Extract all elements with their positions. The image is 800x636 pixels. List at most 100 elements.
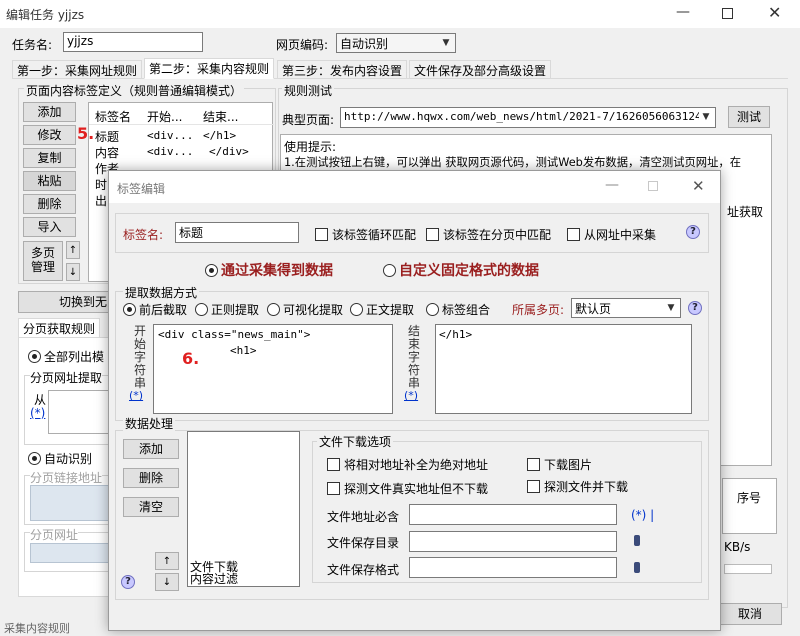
paging-radio-all[interactable]: 全部列出模 bbox=[28, 348, 104, 365]
header-tag-name[interactable]: 标签名 bbox=[95, 108, 131, 125]
addr-must-contain-input[interactable] bbox=[409, 504, 617, 525]
tag-definition-title: 页面内容标签定义（规则普通编辑模式） bbox=[24, 82, 245, 99]
mode-body[interactable]: 正文提取 bbox=[350, 301, 414, 318]
dp-list-item[interactable]: 内容过滤 bbox=[190, 573, 270, 585]
tab-step1[interactable]: 第一步：采集网址规则 bbox=[12, 60, 143, 79]
radio-custom[interactable]: 自定义固定格式的数据 bbox=[383, 260, 539, 280]
help-icon[interactable]: ? bbox=[688, 301, 702, 315]
paging-url-input[interactable] bbox=[30, 543, 118, 563]
dl-absolute-checkbox[interactable]: 将相对地址补全为绝对地址 bbox=[327, 456, 488, 473]
dl-images-checkbox[interactable]: 下载图片 bbox=[527, 456, 592, 473]
dl-images-label: 下载图片 bbox=[544, 458, 593, 472]
edit-tag-button[interactable]: 修改 bbox=[23, 125, 76, 145]
save-dir-info-icon[interactable] bbox=[634, 535, 640, 546]
tab-step3[interactable]: 第三步：发布内容设置 bbox=[277, 60, 408, 79]
start-star-link[interactable]: (*) bbox=[129, 389, 143, 402]
header-end[interactable]: 结束... bbox=[203, 108, 238, 125]
seq-table[interactable]: 序号 bbox=[722, 478, 777, 534]
speed-slider[interactable] bbox=[724, 564, 772, 574]
end-star-link[interactable]: (*) bbox=[404, 389, 418, 402]
radio-icon bbox=[28, 350, 41, 363]
mode-visual[interactable]: 可视化提取 bbox=[267, 301, 343, 318]
mode-tag-combo[interactable]: 标签组合 bbox=[426, 301, 490, 318]
paging-match-checkbox[interactable]: 该标签在分页中匹配 bbox=[426, 226, 551, 243]
dl-detect-dl-checkbox[interactable]: 探测文件并下载 bbox=[527, 478, 628, 495]
encoding-label: 网页编码: bbox=[276, 38, 329, 52]
data-process-title: 数据处理 bbox=[123, 415, 176, 432]
paging-tab[interactable]: 分页获取规则 bbox=[18, 318, 101, 338]
dialog-title: 标签编辑 bbox=[117, 182, 166, 196]
dp-list[interactable]: 文件下载 内容过滤 bbox=[187, 431, 300, 587]
end-string-textarea[interactable]: </h1> bbox=[435, 324, 692, 414]
delete-tag-button[interactable]: 删除 bbox=[23, 194, 76, 214]
addr-star-link[interactable]: (*) | bbox=[631, 508, 654, 522]
loop-match-checkbox[interactable]: 该标签循环匹配 bbox=[315, 226, 416, 243]
move-up-button[interactable]: ↑ bbox=[66, 241, 80, 259]
end-string-value: </h1> bbox=[439, 328, 473, 341]
dp-delete-button[interactable]: 删除 bbox=[123, 468, 179, 488]
dialog-close-icon[interactable]: ✕ bbox=[692, 177, 705, 195]
move-down-button[interactable]: ↓ bbox=[66, 263, 80, 281]
from-star-link[interactable]: (*) bbox=[30, 406, 45, 420]
dp-add-button[interactable]: 添加 bbox=[123, 439, 179, 459]
dl-detect-no-label: 探测文件真实地址但不下载 bbox=[344, 482, 489, 496]
save-format-input[interactable] bbox=[409, 557, 617, 578]
typical-page-select[interactable]: http://www.hqwx.com/web_news/html/2021-7… bbox=[340, 107, 716, 128]
mode-before-after[interactable]: 前后截取 bbox=[123, 301, 187, 318]
cell-tag-name: 标题 bbox=[95, 130, 120, 144]
header-start[interactable]: 开始... bbox=[147, 108, 182, 125]
help-icon[interactable]: ? bbox=[686, 225, 700, 239]
mode-label: 正则提取 bbox=[211, 303, 260, 317]
mode-label: 可视化提取 bbox=[283, 303, 344, 317]
copy-tag-button[interactable]: 复制 bbox=[23, 148, 76, 168]
paging-url-fieldset-title: 分页网址提取 bbox=[30, 369, 103, 386]
table-row[interactable]: 标题 <div... </h1> bbox=[89, 128, 274, 144]
dl-absolute-label: 将相对地址补全为绝对地址 bbox=[344, 458, 489, 472]
multipage-manage-button[interactable]: 多页 管理 bbox=[23, 241, 63, 281]
dialog-minimize-icon[interactable]: — bbox=[605, 177, 619, 193]
tab-file-save[interactable]: 文件保存及部分高级设置 bbox=[409, 60, 552, 79]
radio-collect[interactable]: 通过采集得到数据 bbox=[205, 260, 333, 280]
table-row[interactable]: 内容 <div... </div> bbox=[89, 144, 274, 160]
bottom-left-fragment: 采集内容规则 bbox=[4, 622, 70, 635]
file-download-title: 文件下载选项 bbox=[317, 433, 394, 450]
seq-header[interactable]: 序号 bbox=[737, 489, 761, 506]
paging-radio-all-label: 全部列出模 bbox=[44, 350, 105, 364]
mode-regex[interactable]: 正则提取 bbox=[195, 301, 259, 318]
switch-mode-button[interactable]: 切换到无 bbox=[18, 291, 118, 313]
chevron-down-icon: ▼ bbox=[699, 108, 713, 127]
dp-move-up-button[interactable]: ↑ bbox=[155, 552, 179, 570]
paging-link-input[interactable] bbox=[30, 485, 118, 521]
cancel-button[interactable]: 取消 bbox=[718, 603, 782, 625]
dl-detect-dl-label: 探测文件并下载 bbox=[544, 480, 629, 494]
end-string-vertical-label: 结束字符串 bbox=[407, 324, 420, 390]
task-name-input[interactable]: yjjzs bbox=[63, 32, 203, 52]
start-string-textarea[interactable]: <div class="news_main"> <h1> 6. bbox=[153, 324, 393, 414]
close-icon[interactable]: ✕ bbox=[768, 3, 781, 22]
maximize-icon[interactable] bbox=[722, 8, 733, 19]
add-tag-button[interactable]: 添加 bbox=[23, 102, 76, 122]
paste-tag-button[interactable]: 粘贴 bbox=[23, 171, 76, 191]
tag-name-input[interactable]: 标题 bbox=[175, 222, 299, 243]
dp-clear-button[interactable]: 清空 bbox=[123, 497, 179, 517]
from-url-checkbox[interactable]: 从网址中采集 bbox=[567, 226, 656, 243]
dialog-maximize-icon[interactable] bbox=[648, 181, 658, 191]
minimize-icon[interactable]: — bbox=[676, 4, 690, 20]
addr-must-contain-label: 文件地址必含 bbox=[327, 510, 400, 524]
multipage-select[interactable]: 默认页 ▼ bbox=[571, 298, 681, 318]
checkbox-icon bbox=[327, 458, 340, 471]
dl-detect-no-checkbox[interactable]: 探测文件真实地址但不下载 bbox=[327, 480, 488, 497]
encoding-select[interactable]: 自动识别 ▼ bbox=[336, 33, 456, 53]
annotation-step5: 5. bbox=[77, 124, 95, 143]
save-dir-input[interactable] bbox=[409, 531, 617, 552]
cell-tag-name: 时 bbox=[95, 178, 108, 192]
tab-step2[interactable]: 第二步：采集内容规则 bbox=[144, 58, 275, 79]
save-format-info-icon[interactable] bbox=[634, 562, 640, 573]
import-tag-button[interactable]: 导入 bbox=[23, 217, 76, 237]
auto-detect-radio[interactable]: 自动识别 bbox=[28, 450, 92, 467]
test-button[interactable]: 测试 bbox=[728, 106, 770, 128]
cell-end: </div> bbox=[209, 145, 249, 158]
help-icon[interactable]: ? bbox=[121, 575, 135, 589]
rule-test-title: 规则测试 bbox=[282, 82, 335, 99]
dp-move-down-button[interactable]: ↓ bbox=[155, 573, 179, 591]
